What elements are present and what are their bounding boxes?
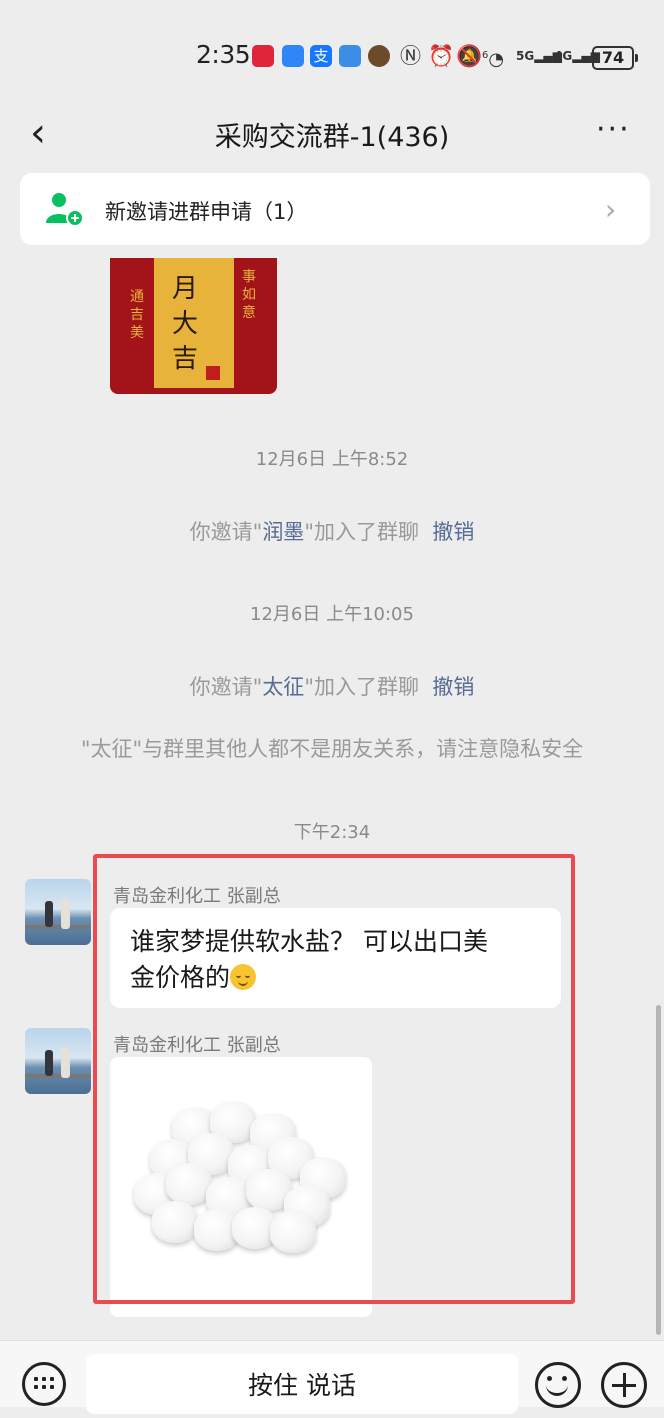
avatar[interactable] xyxy=(25,879,91,945)
cloud-app-icon xyxy=(282,45,304,67)
invited-member-name[interactable]: 太征 xyxy=(262,675,304,699)
revoke-link[interactable]: 撤销 xyxy=(432,520,474,544)
privacy-notice: "太征"与群里其他人都不是朋友关系，请注意隐私安全 xyxy=(80,737,584,761)
chevron-right-icon: › xyxy=(605,193,617,226)
timestamp: 12月6日 上午8:52 xyxy=(255,449,409,470)
highlight-box xyxy=(93,854,575,1304)
alarm-icon: ⏰ xyxy=(428,44,455,68)
status-time: 2:35 xyxy=(196,40,251,69)
alipay-icon: 支 xyxy=(310,45,332,67)
weather-icon xyxy=(339,45,361,67)
invite-suffix: "加入了群聊 xyxy=(304,675,419,699)
battery-indicator: 74 xyxy=(592,46,638,70)
calendar-char-2: 大 xyxy=(172,309,199,339)
calendar-right-text: 事如意 xyxy=(242,269,256,321)
more-options-icon[interactable]: ··· xyxy=(596,112,631,147)
nfc-icon: Ⓝ xyxy=(400,44,421,68)
system-invite-message: 你邀请"润墨"加入了群聊 撤销 xyxy=(0,516,664,546)
calendar-char-3: 吉 xyxy=(172,344,199,374)
calendar-char-1: 月 xyxy=(172,274,199,304)
chat-title: 采购交流群-1(436) xyxy=(214,122,450,153)
timestamp: 12月6日 上午10:05 xyxy=(250,604,414,625)
hold-to-talk-button[interactable]: 按住 说话 xyxy=(86,1354,518,1414)
plus-icon[interactable] xyxy=(601,1362,647,1408)
game-app-icon xyxy=(368,45,390,67)
timestamp: 下午2:34 xyxy=(293,822,371,843)
calendar-image-message[interactable]: 月 大 吉 通吉美 事如意 xyxy=(110,258,277,394)
invite-prefix: 你邀请" xyxy=(189,520,263,544)
seal-stamp xyxy=(206,366,220,380)
invited-member-name[interactable]: 润墨 xyxy=(262,520,304,544)
wifi-icon: 6◔ xyxy=(482,49,505,70)
avatar[interactable] xyxy=(25,1028,91,1094)
scrollbar[interactable] xyxy=(656,1005,661,1335)
invite-prefix: 你邀请" xyxy=(189,675,263,699)
calendar-left-text: 通吉美 xyxy=(130,289,144,341)
add-member-icon xyxy=(46,193,84,227)
system-invite-message: 你邀请"太征"加入了群聊 撤销 xyxy=(0,671,664,701)
join-request-text: 新邀请进群申请（1） xyxy=(105,200,308,224)
revoke-link[interactable]: 撤销 xyxy=(432,675,474,699)
emoji-icon[interactable] xyxy=(535,1362,581,1408)
keyboard-toggle-icon[interactable] xyxy=(22,1362,66,1406)
app-notification-icon xyxy=(252,45,274,67)
invite-suffix: "加入了群聊 xyxy=(304,520,419,544)
mute-bell-icon: 🔕 xyxy=(456,44,483,68)
